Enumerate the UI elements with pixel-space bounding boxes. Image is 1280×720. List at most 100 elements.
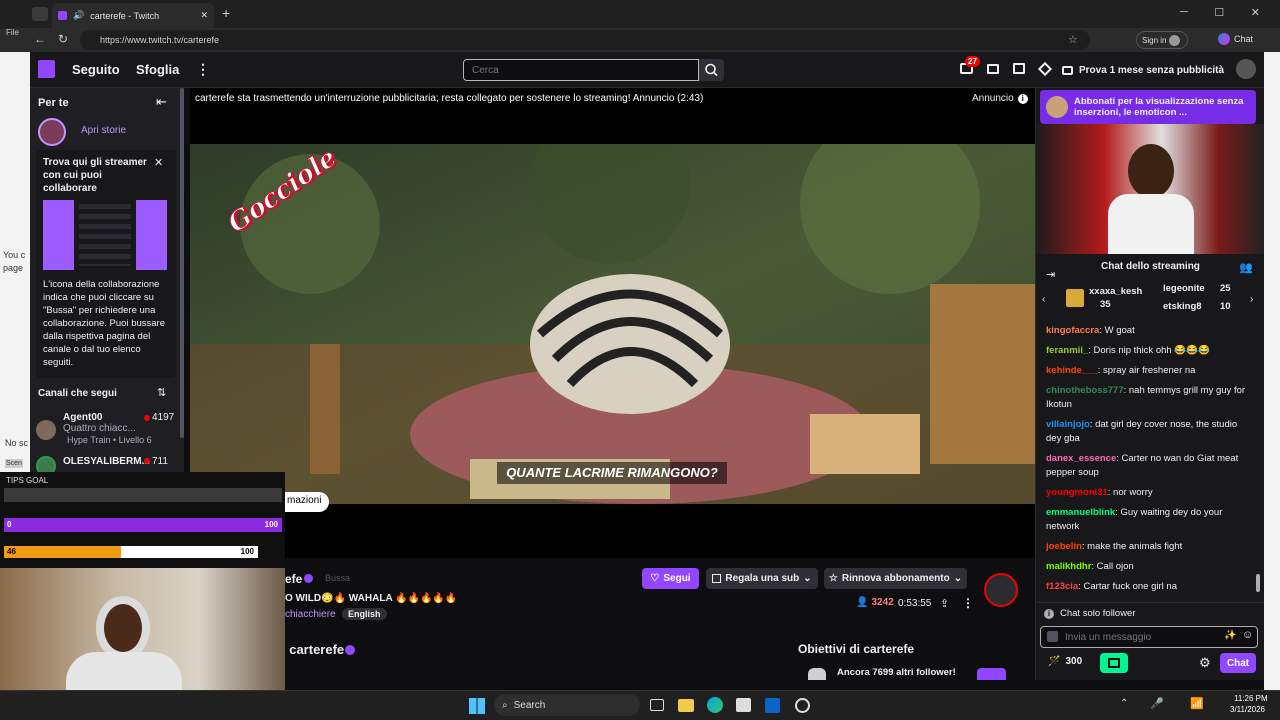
stories-avatar[interactable] [38, 118, 66, 146]
user-avatar[interactable] [1236, 59, 1256, 79]
sub-banner[interactable]: Abbonati per la visualizzazione senza in… [1040, 90, 1256, 124]
followed-channels-section: Canali che segui ⇅ Agent00 Quattro chiac… [30, 384, 180, 472]
claim-bonus-button[interactable] [1100, 653, 1128, 673]
users-icon[interactable]: 👥 [1239, 261, 1253, 274]
tips-goal-track [4, 488, 282, 502]
left-page-file-label: File [6, 28, 19, 37]
chat-message: malikhdhr: Call ojon [1046, 560, 1252, 574]
stream-overlay: TIPS GOAL 0 100 46 100 [0, 472, 285, 692]
app-icon[interactable] [795, 698, 810, 713]
verified-icon [304, 574, 313, 583]
more-info-button[interactable]: mazioni [281, 492, 330, 512]
close-tip-icon[interactable]: ✕ [154, 156, 163, 169]
gift-box-icon [1066, 289, 1084, 307]
chat-settings-icon[interactable]: ⚙ [1199, 655, 1211, 671]
resub-button[interactable]: ☆ Rinnova abbonamento ⌄ [824, 568, 967, 589]
channel-points[interactable]: 🪄 300 [1048, 656, 1082, 667]
chat-username[interactable]: f123cia [1046, 581, 1078, 592]
edge-icon[interactable] [707, 697, 723, 713]
chat-username[interactable]: kingofaccra [1046, 325, 1099, 336]
nav-browse[interactable]: Sfoglia [136, 62, 179, 77]
outlook-icon[interactable] [765, 698, 780, 713]
more-menu-icon[interactable]: ⋮ [196, 61, 210, 78]
mic-icon[interactable]: 🎤 [1150, 697, 1164, 710]
close-tab-icon[interactable]: ✕ [200, 10, 208, 21]
chevron-left-icon[interactable]: ‹ [1042, 294, 1045, 305]
notification-badge: 27 [965, 56, 980, 67]
chat-scrollbar[interactable] [1256, 574, 1260, 592]
category-link[interactable]: chiacchiere [285, 609, 336, 620]
copilot-chat-button[interactable]: Chat [1218, 33, 1253, 45]
chat-message-field[interactable] [1065, 629, 1215, 645]
chat-username[interactable]: danex_essence [1046, 453, 1116, 464]
twitch-logo-icon[interactable] [38, 60, 55, 78]
ad-label[interactable]: Annuncio i [972, 93, 1028, 104]
network-icon[interactable]: 📶 [1190, 697, 1204, 710]
chat-username[interactable]: youngmoni31 [1046, 487, 1108, 498]
chat-username[interactable]: feranmii_ [1046, 345, 1088, 356]
chat-username[interactable]: villainjojo [1046, 419, 1090, 430]
whispers-icon[interactable] [1013, 63, 1025, 74]
goal-follow-button[interactable] [977, 668, 1006, 680]
search-button[interactable] [699, 59, 724, 81]
gifter-count: 35 [1100, 299, 1111, 310]
task-view-icon[interactable] [650, 699, 664, 711]
browser-tab[interactable]: 🔊 carterefe - Twitch ✕ [52, 3, 214, 28]
refresh-icon[interactable]: ↻ [58, 32, 68, 46]
gift-leaderboard: ‹ xxaxa_kesh 35 legeonite 25 etsking8 10… [1036, 280, 1264, 318]
goal-bar-1-fill [4, 518, 282, 532]
taskbar-search[interactable]: ⌕ Search [494, 694, 640, 716]
chat-send-button[interactable]: Chat [1220, 653, 1256, 673]
gift-sub-button[interactable]: Regala una sub ⌄ [706, 568, 818, 589]
tray-chevron-icon[interactable]: ⌃ [1120, 698, 1128, 709]
collapse-sidebar-icon[interactable]: ⇤ [156, 94, 167, 110]
knock-button[interactable]: Bussa [325, 573, 350, 583]
chat-message: kingofaccra: W goat [1046, 324, 1252, 338]
channel-viewers: 711 [152, 456, 168, 467]
chat-username[interactable]: malikhdhr [1046, 561, 1091, 572]
followers-only-notice: i Chat solo follower [1036, 602, 1264, 624]
file-explorer-icon[interactable] [678, 699, 694, 712]
follow-button[interactable]: ♡ Segui [642, 568, 699, 589]
start-icon[interactable] [469, 698, 485, 714]
url-field[interactable]: https://www.twitch.tv/carterefe [80, 30, 1090, 50]
open-stories-link[interactable]: Apri storie [81, 125, 126, 136]
more-options-icon[interactable]: ⋮ [962, 596, 974, 610]
channel-item[interactable]: Agent00 Quattro chiacc... 4197 Hype Trai… [36, 412, 180, 446]
search-input[interactable] [463, 59, 699, 81]
emoji-icon[interactable]: ☺ [1242, 629, 1253, 641]
tab-actions-icon[interactable] [32, 7, 48, 21]
chat-username[interactable]: emmanuelblink [1046, 507, 1115, 518]
share-icon[interactable]: ⇪ [940, 597, 949, 610]
chat-text: : spray air freshener na [1097, 365, 1196, 376]
channel-name[interactable]: efe [285, 572, 302, 586]
streamer-webcam-overlay [0, 568, 285, 692]
chat-username[interactable]: kehinde___ [1046, 365, 1098, 376]
store-icon[interactable] [736, 698, 751, 712]
nav-following[interactable]: Seguito [72, 62, 120, 77]
ad-free-promo-button[interactable]: Prova 1 mese senza pubblicità [1062, 61, 1232, 80]
channel-avatar [36, 456, 56, 472]
minimize-icon[interactable]: ─ [1180, 6, 1188, 19]
chat-username[interactable]: chinotheboss777 [1046, 385, 1124, 396]
streamer-avatar[interactable] [984, 573, 1018, 607]
favorite-icon[interactable]: ☆ [1068, 33, 1078, 46]
channel-item[interactable]: OLESYALIBERM... 711 [36, 454, 180, 472]
sign-in-button[interactable]: Sign in [1136, 31, 1188, 49]
new-tab-button[interactable]: + [222, 5, 230, 21]
clock-date[interactable]: 3/11/2026 [1230, 705, 1265, 714]
chevron-right-icon[interactable]: › [1250, 294, 1253, 305]
inbox-icon[interactable] [987, 64, 999, 74]
close-window-icon[interactable]: ✕ [1251, 6, 1260, 19]
back-icon[interactable]: ← [34, 32, 46, 46]
maximize-icon[interactable]: ☐ [1214, 6, 1224, 19]
chat-username[interactable]: joebelin [1046, 541, 1082, 552]
sidebar-scrollbar[interactable] [180, 88, 184, 438]
audio-icon[interactable]: 🔊 [73, 10, 84, 21]
language-tag[interactable]: English [342, 608, 387, 620]
badge-icon[interactable] [1047, 631, 1058, 642]
emote-icon[interactable]: ✨ [1224, 630, 1236, 641]
clock-time[interactable]: 11:26 PM [1234, 694, 1268, 703]
chat-input[interactable]: ✨ ☺ [1040, 626, 1258, 648]
sort-icon[interactable]: ⇅ [157, 386, 166, 399]
